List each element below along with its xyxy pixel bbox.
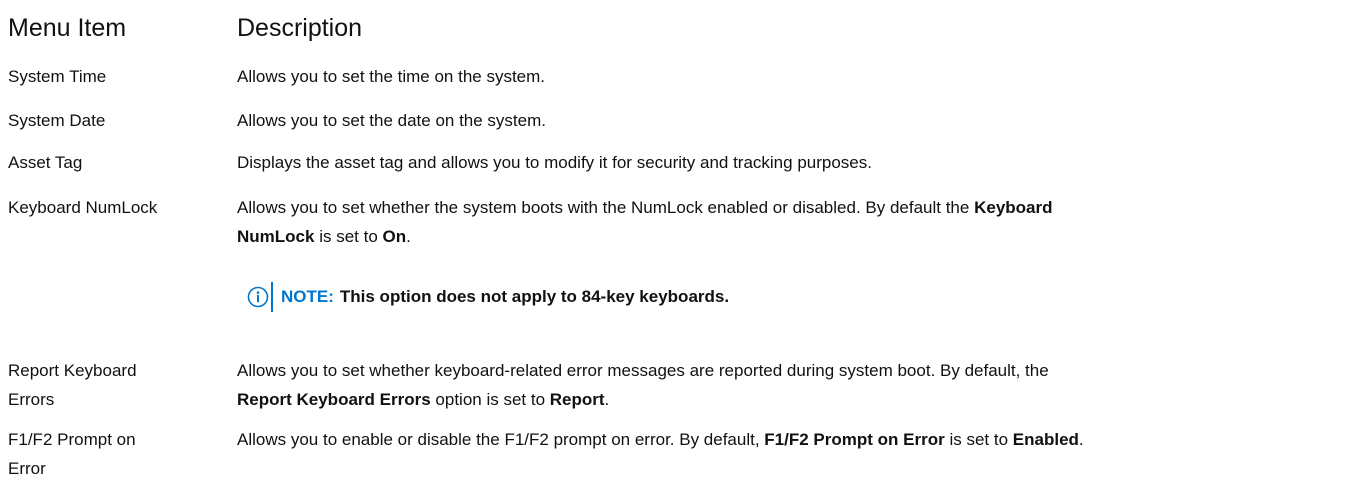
row-item-asset-tag: Asset Tag <box>8 153 83 172</box>
note-text: This option does not apply to 84-key key… <box>339 287 730 306</box>
row-desc-report-keyboard-errors: Allows you to set whether keyboard-relat… <box>237 356 1347 414</box>
desc-text: option is set to <box>435 390 546 409</box>
desc-text: is set to <box>949 430 1009 449</box>
note-callout: NOTE: This option does not apply to 84-k… <box>247 282 729 312</box>
row-desc-asset-tag: Displays the asset tag and allows you to… <box>237 153 872 172</box>
row-item-system-date: System Date <box>8 111 106 130</box>
row-item-report-keyboard-errors: Report Keyboard Errors <box>8 356 223 414</box>
row-item-f1f2-prompt: F1/F2 Prompt on Error <box>8 425 223 483</box>
header-menu-item: Menu Item <box>8 14 127 42</box>
desc-bold: Enabled <box>1012 430 1079 449</box>
desc-bold: On <box>382 227 407 246</box>
row-desc-system-date: Allows you to set the date on the system… <box>237 111 546 130</box>
item-line: Error <box>8 459 46 478</box>
desc-text: . <box>1078 430 1084 449</box>
desc-bold: Report Keyboard Errors <box>237 390 431 409</box>
header-description: Description <box>237 14 363 42</box>
desc-bold: F1/F2 Prompt on Error <box>764 430 945 449</box>
row-item-system-time: System Time <box>8 67 107 86</box>
bios-settings-table: Menu Item Description System Time Allows… <box>0 0 1355 490</box>
row-desc-f1f2-prompt: Allows you to enable or disable the F1/F… <box>237 425 1347 454</box>
desc-text: . <box>604 390 610 409</box>
desc-bold: Keyboard <box>974 198 1053 217</box>
desc-text: Allows you to set whether the system boo… <box>237 198 970 217</box>
desc-bold: Report <box>549 390 605 409</box>
info-circle-icon <box>247 286 269 308</box>
note-label: NOTE: <box>281 287 334 306</box>
desc-text: . <box>406 227 411 246</box>
desc-text: Allows you to enable or disable the F1/F… <box>237 430 760 449</box>
item-line: Errors <box>8 390 55 409</box>
row-desc-keyboard-numlock: Allows you to set whether the system boo… <box>237 193 1347 251</box>
row-item-keyboard-numlock: Keyboard NumLock <box>8 198 158 217</box>
desc-text: Allows you to set whether keyboard-relat… <box>237 361 1049 380</box>
item-line: F1/F2 Prompt on <box>8 430 136 449</box>
item-line: Report Keyboard <box>8 361 137 380</box>
desc-bold: NumLock <box>237 227 315 246</box>
note-divider <box>271 282 273 312</box>
desc-text: is set to <box>319 227 378 246</box>
row-desc-system-time: Allows you to set the time on the system… <box>237 67 546 86</box>
